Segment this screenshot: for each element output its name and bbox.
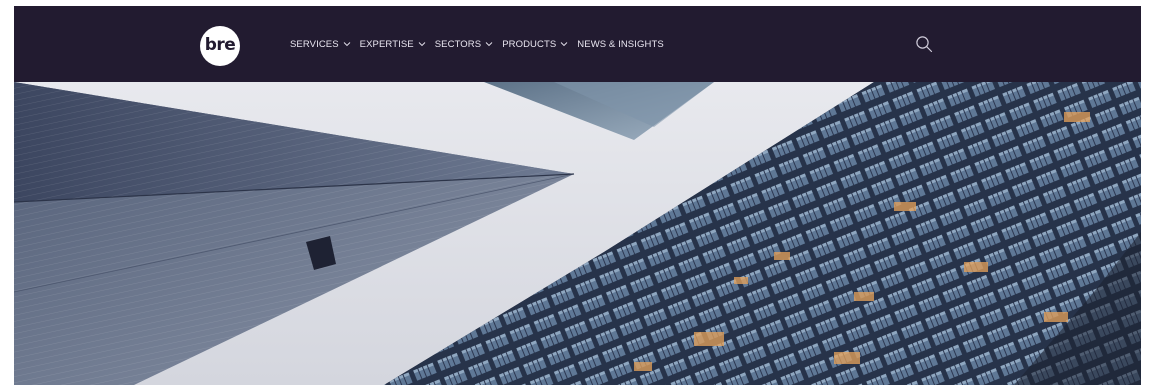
chevron-down-icon bbox=[485, 41, 493, 46]
main-menu: SERVICES EXPERTISE SECTORS PRODUCTS NEWS… bbox=[290, 6, 673, 82]
nav-item-label: EXPERTISE bbox=[359, 38, 414, 50]
nav-item-label: NEWS & INSIGHTS bbox=[577, 38, 664, 50]
nav-item-label: SERVICES bbox=[290, 38, 339, 50]
nav-item-news-insights[interactable]: NEWS & INSIGHTS bbox=[577, 39, 663, 50]
hero-banner bbox=[14, 82, 1141, 385]
nav-item-label: PRODUCTS bbox=[502, 38, 557, 50]
nav-item-products[interactable]: PRODUCTS bbox=[502, 39, 568, 50]
nav-item-expertise[interactable]: EXPERTISE bbox=[360, 39, 426, 50]
nav-item-label: SECTORS bbox=[434, 38, 482, 50]
nav-item-sectors[interactable]: SECTORS bbox=[435, 39, 493, 50]
bre-logo[interactable]: bre bbox=[200, 26, 240, 66]
search-icon[interactable] bbox=[915, 35, 933, 53]
chevron-down-icon bbox=[560, 41, 568, 46]
nav-item-services[interactable]: SERVICES bbox=[290, 39, 351, 50]
hero-image bbox=[14, 82, 1141, 385]
logo-text: bre bbox=[204, 34, 236, 55]
chevron-down-icon bbox=[343, 41, 350, 46]
top-navigation-bar: bre SERVICES EXPERTISE SECTORS PRODUCTS … bbox=[14, 6, 1141, 82]
chevron-down-icon bbox=[418, 41, 426, 46]
page-frame: bre SERVICES EXPERTISE SECTORS PRODUCTS … bbox=[14, 6, 1141, 385]
